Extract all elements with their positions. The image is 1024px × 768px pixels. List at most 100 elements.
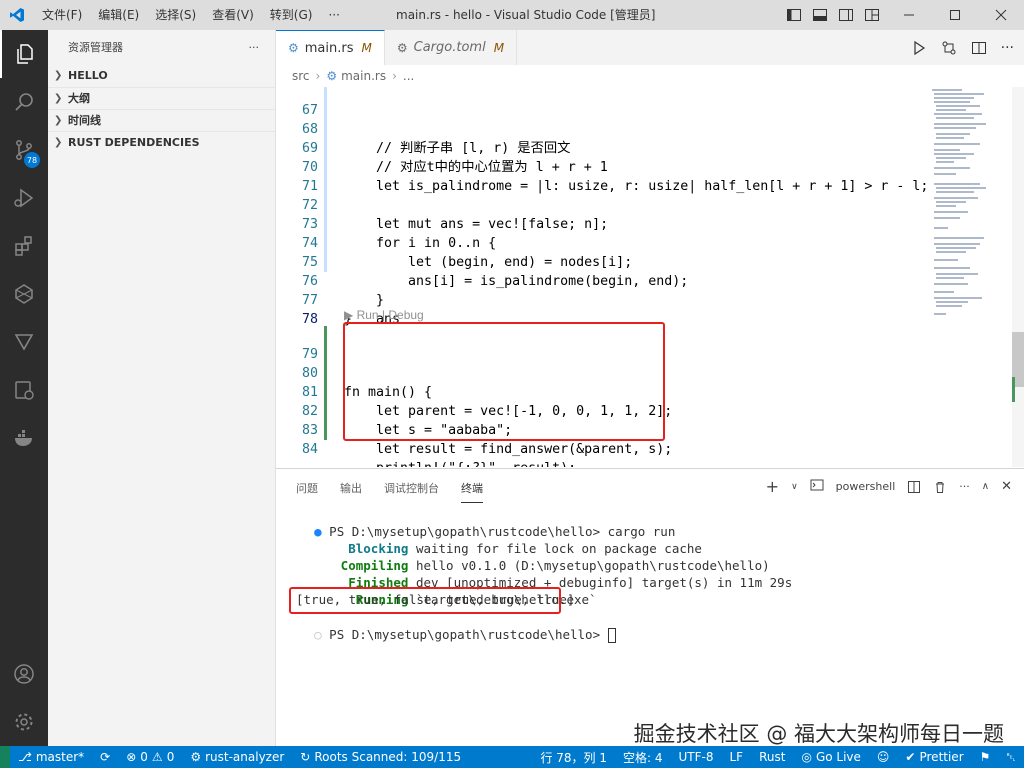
breadcrumb-folder[interactable]: src bbox=[292, 69, 310, 83]
extensions-icon[interactable] bbox=[0, 222, 48, 270]
status-feedback[interactable]: ⚑ bbox=[972, 746, 999, 768]
tab-debug-console[interactable]: 调试控制台 bbox=[384, 480, 439, 496]
analyzer-label: rust-analyzer bbox=[205, 750, 285, 764]
menu-go[interactable]: 转到(G) bbox=[262, 0, 321, 30]
status-right: 行 78，列 1 空格: 4 UTF-8 LF Rust ◎ Go Live ☺… bbox=[532, 746, 1024, 768]
breadcrumb-more[interactable]: ... bbox=[403, 69, 414, 83]
toggle-panel-icon[interactable] bbox=[812, 7, 828, 23]
status-problems[interactable]: ⊗ 0 ⚠ 0 bbox=[118, 746, 182, 768]
menu-view[interactable]: 查看(V) bbox=[204, 0, 262, 30]
sidebar-more-button[interactable]: ··· bbox=[249, 30, 260, 65]
menu-edit[interactable]: 编辑(E) bbox=[90, 0, 147, 30]
remote-explorer-icon[interactable] bbox=[0, 270, 48, 318]
minimap[interactable] bbox=[928, 87, 1010, 467]
menu-more[interactable]: ··· bbox=[320, 0, 347, 30]
open-changes-icon[interactable] bbox=[941, 40, 957, 56]
scrollbar-change-marker bbox=[1012, 377, 1015, 402]
breadcrumb-file[interactable]: main.rs bbox=[341, 69, 386, 83]
code-line: 71 let mut ans = vec![false; n]; bbox=[276, 158, 926, 232]
line-number: 84 bbox=[301, 442, 318, 457]
maximize-panel-icon[interactable]: ∧ bbox=[982, 481, 989, 492]
status-indentation[interactable]: 空格: 4 bbox=[615, 746, 671, 768]
gear-icon: ⚙ bbox=[190, 750, 202, 764]
more-actions-icon[interactable]: ··· bbox=[959, 480, 970, 493]
tab-cargo-toml[interactable]: ⚙ Cargo.toml M bbox=[385, 30, 518, 65]
tab-problems[interactable]: 问题 bbox=[296, 480, 318, 496]
accounts-icon[interactable] bbox=[0, 650, 48, 698]
testing-icon[interactable] bbox=[0, 318, 48, 366]
section-label: HELLO bbox=[68, 69, 108, 82]
run-file-icon[interactable] bbox=[911, 40, 927, 56]
rust-file-icon: ⚙ bbox=[326, 69, 338, 83]
search-icon[interactable] bbox=[0, 78, 48, 126]
terminal-name[interactable]: powershell bbox=[836, 480, 896, 493]
status-copilot[interactable]: ☺ bbox=[869, 746, 898, 768]
status-go-live[interactable]: ◎ Go Live bbox=[793, 746, 868, 768]
status-rust-analyzer[interactable]: ⚙ rust-analyzer bbox=[182, 746, 292, 768]
editor-scrollbar[interactable] bbox=[1012, 87, 1024, 467]
tab-terminal[interactable]: 终端 bbox=[461, 474, 483, 503]
window-title: main.rs - hello - Visual Studio Code [管理… bbox=[396, 8, 656, 22]
status-eol[interactable]: LF bbox=[721, 746, 751, 768]
code-line: 70 bbox=[276, 139, 926, 175]
terminal-line: Compiling hello v0.1.0 (D:\mysetup\gopat… bbox=[288, 540, 770, 573]
split-terminal-icon[interactable] bbox=[907, 480, 921, 494]
codelens-run-debug[interactable]: ▶ Run | Debug bbox=[344, 307, 424, 323]
close-panel-icon[interactable]: ✕ bbox=[1001, 479, 1012, 494]
menu-selection[interactable]: 选择(S) bbox=[147, 0, 204, 30]
toggle-sidebar-icon[interactable] bbox=[786, 7, 802, 23]
status-sync[interactable]: ⟳ bbox=[92, 746, 118, 768]
gutter-added bbox=[324, 345, 327, 364]
status-branch[interactable]: ⎇ master* bbox=[10, 746, 92, 768]
terminal-line: ● PS D:\mysetup\gopath\rustcode\hello> c… bbox=[284, 506, 675, 539]
code-line: 77 } bbox=[276, 272, 926, 327]
menu-file[interactable]: 文件(F) bbox=[34, 0, 90, 30]
error-count: 0 bbox=[140, 750, 148, 764]
tab-output[interactable]: 输出 bbox=[340, 480, 362, 496]
close-button[interactable] bbox=[978, 0, 1024, 30]
feedback-icon: ⚑ bbox=[979, 750, 991, 764]
source-control-icon[interactable] bbox=[0, 126, 48, 174]
check-double-icon: ✔ bbox=[905, 750, 916, 764]
sync-icon: ⟳ bbox=[100, 750, 111, 764]
status-roots[interactable]: ↻ Roots Scanned: 109/115 bbox=[292, 746, 469, 768]
gutter-change bbox=[324, 139, 327, 158]
new-terminal-icon[interactable]: + bbox=[766, 477, 779, 496]
status-language[interactable]: Rust bbox=[751, 746, 793, 768]
trash-icon[interactable] bbox=[933, 480, 947, 494]
tab-main-rs[interactable]: ⚙ main.rs M bbox=[276, 30, 385, 65]
roots-label: Roots Scanned: 109/115 bbox=[314, 750, 462, 764]
split-editor-icon[interactable] bbox=[971, 40, 987, 56]
status-encoding[interactable]: UTF-8 bbox=[671, 746, 722, 768]
explorer-icon[interactable] bbox=[0, 30, 48, 78]
section-hello[interactable]: ❯ HELLO bbox=[48, 65, 275, 87]
section-outline[interactable]: ❯ 大纲 bbox=[48, 87, 275, 109]
status-position[interactable]: 行 78，列 1 bbox=[532, 746, 615, 768]
status-remote[interactable] bbox=[0, 746, 10, 768]
code-line: 76 ans bbox=[276, 253, 926, 327]
run-debug-icon[interactable] bbox=[0, 174, 48, 222]
more-actions-icon[interactable]: ··· bbox=[1001, 40, 1014, 56]
toggle-secondary-sidebar-icon[interactable] bbox=[838, 7, 854, 23]
status-prettier[interactable]: ✔ Prettier bbox=[897, 746, 971, 768]
highlight-box-main bbox=[343, 322, 665, 441]
terminal-line[interactable]: ○ PS D:\mysetup\gopath\rustcode\hello> bbox=[284, 609, 616, 643]
section-timeline[interactable]: ❯ 时间线 bbox=[48, 109, 275, 131]
customize-layout-icon[interactable] bbox=[864, 7, 880, 23]
chevron-right-icon: › bbox=[315, 69, 321, 83]
gutter-change bbox=[324, 120, 327, 139]
settings-gear-icon[interactable] bbox=[0, 698, 48, 746]
layout-controls bbox=[786, 7, 880, 23]
gutter-change bbox=[324, 158, 327, 177]
maximize-button[interactable] bbox=[932, 0, 978, 30]
title-bar: 文件(F) 编辑(E) 选择(S) 查看(V) 转到(G) ··· main.r… bbox=[0, 0, 1024, 30]
section-rust-dependencies[interactable]: ❯ RUST DEPENDENCIES bbox=[48, 131, 275, 153]
source-control-badge: 78 bbox=[24, 152, 40, 168]
chevron-down-icon[interactable]: ∨ bbox=[791, 482, 798, 492]
minimize-button[interactable] bbox=[886, 0, 932, 30]
error-icon: ⊗ bbox=[126, 750, 137, 764]
go-live-icon[interactable] bbox=[0, 366, 48, 414]
vscode-logo-icon bbox=[0, 0, 34, 30]
status-notifications[interactable]: ␇ bbox=[998, 746, 1024, 768]
docker-icon[interactable] bbox=[0, 414, 48, 462]
